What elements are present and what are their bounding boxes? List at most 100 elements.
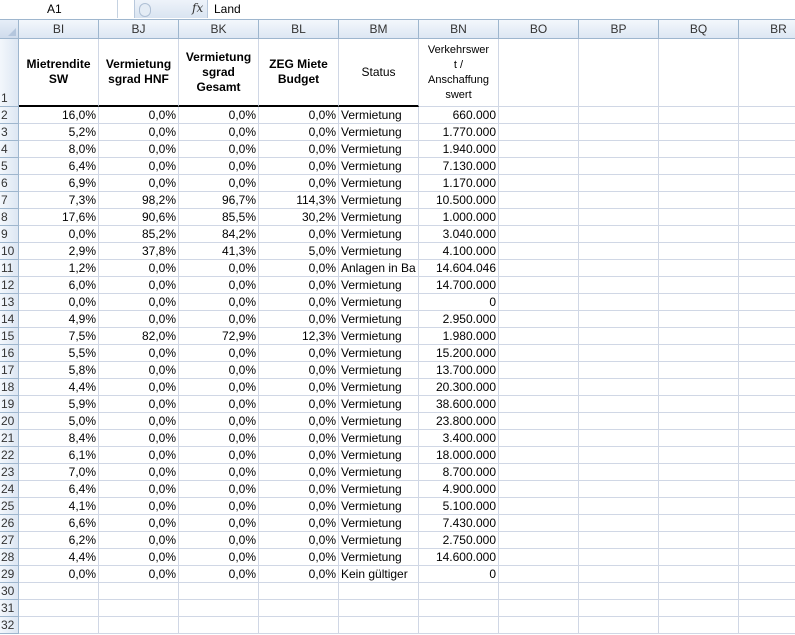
cell-empty[interactable] xyxy=(739,175,795,192)
cell-bi[interactable]: 5,5% xyxy=(19,345,99,362)
cell-bm[interactable]: Vermietung xyxy=(339,532,419,549)
cell-empty[interactable] xyxy=(579,396,659,413)
cell-empty[interactable] xyxy=(499,192,579,209)
cell-bl[interactable]: 0,0% xyxy=(259,549,339,566)
cell-empty[interactable] xyxy=(659,124,739,141)
cell-empty[interactable] xyxy=(579,345,659,362)
cell-bk[interactable]: 0,0% xyxy=(179,141,259,158)
cell-empty[interactable] xyxy=(99,583,179,600)
cell-empty[interactable] xyxy=(579,379,659,396)
header-cell-bi[interactable]: Mietrendite SW xyxy=(19,39,99,107)
cell-bn[interactable]: 1.000.000 xyxy=(419,209,499,226)
cell-bk[interactable]: 72,9% xyxy=(179,328,259,345)
cell-empty[interactable] xyxy=(499,447,579,464)
cell-empty[interactable] xyxy=(659,549,739,566)
cell-empty[interactable] xyxy=(739,192,795,209)
cell-empty[interactable] xyxy=(579,141,659,158)
cell-empty[interactable] xyxy=(259,600,339,617)
cell-bi[interactable]: 6,4% xyxy=(19,481,99,498)
cell-empty[interactable] xyxy=(499,430,579,447)
cell-bn[interactable]: 4.100.000 xyxy=(419,243,499,260)
column-header-bm[interactable]: BM xyxy=(339,20,419,39)
formula-input[interactable]: Land xyxy=(214,2,241,16)
cell-empty[interactable] xyxy=(579,498,659,515)
cell-bi[interactable]: 0,0% xyxy=(19,294,99,311)
cell-bk[interactable]: 85,5% xyxy=(179,209,259,226)
cell-bn[interactable]: 38.600.000 xyxy=(419,396,499,413)
cell-bn[interactable]: 8.700.000 xyxy=(419,464,499,481)
cell-bn[interactable]: 14.604.046 xyxy=(419,260,499,277)
cell-empty[interactable] xyxy=(739,600,795,617)
cell-empty[interactable] xyxy=(579,481,659,498)
cell-empty[interactable] xyxy=(739,226,795,243)
cell-empty[interactable] xyxy=(659,413,739,430)
cell-empty[interactable] xyxy=(499,175,579,192)
cell-empty[interactable] xyxy=(739,532,795,549)
cell-bm[interactable]: Vermietung xyxy=(339,413,419,430)
column-header-bq[interactable]: BQ xyxy=(659,20,739,39)
cell-bl[interactable]: 5,0% xyxy=(259,243,339,260)
row-header[interactable]: 32 xyxy=(0,617,19,634)
cell-bn[interactable]: 660.000 xyxy=(419,107,499,124)
cell-empty[interactable] xyxy=(499,481,579,498)
cell-empty[interactable] xyxy=(579,209,659,226)
cell-empty[interactable] xyxy=(499,379,579,396)
row-header[interactable]: 30 xyxy=(0,583,19,600)
cell-empty[interactable] xyxy=(579,243,659,260)
name-box-value[interactable]: A1 xyxy=(47,2,62,16)
cell-bj[interactable]: 0,0% xyxy=(99,311,179,328)
cell-empty[interactable] xyxy=(739,549,795,566)
cell-bl[interactable]: 0,0% xyxy=(259,498,339,515)
cell-bn[interactable]: 7.430.000 xyxy=(419,515,499,532)
row-header[interactable]: 19 xyxy=(0,396,19,413)
cell-bk[interactable]: 0,0% xyxy=(179,277,259,294)
cell-bm[interactable]: Vermietung xyxy=(339,141,419,158)
cell-bi[interactable]: 7,0% xyxy=(19,464,99,481)
cell-bi[interactable]: 5,8% xyxy=(19,362,99,379)
column-header-bo[interactable]: BO xyxy=(499,20,579,39)
cell-bm[interactable]: Vermietung xyxy=(339,192,419,209)
cell-bn[interactable]: 14.700.000 xyxy=(419,277,499,294)
cell-empty[interactable] xyxy=(659,175,739,192)
cell-empty[interactable] xyxy=(739,328,795,345)
cell-empty[interactable] xyxy=(659,600,739,617)
cell-bl[interactable]: 0,0% xyxy=(259,430,339,447)
cell-empty[interactable] xyxy=(499,498,579,515)
cell-bj[interactable]: 0,0% xyxy=(99,294,179,311)
header-cell-status[interactable]: Status xyxy=(339,39,419,107)
resize-grip-icon[interactable] xyxy=(139,3,151,17)
cell-bj[interactable]: 0,0% xyxy=(99,362,179,379)
cell-bk[interactable]: 0,0% xyxy=(179,311,259,328)
cell-empty[interactable] xyxy=(499,141,579,158)
cell-empty[interactable] xyxy=(579,277,659,294)
cell-bj[interactable]: 0,0% xyxy=(99,141,179,158)
cell-bm[interactable]: Vermietung xyxy=(339,498,419,515)
row-header[interactable]: 7 xyxy=(0,192,19,209)
cell-bi[interactable]: 4,1% xyxy=(19,498,99,515)
cell-bl[interactable]: 0,0% xyxy=(259,379,339,396)
cell-empty[interactable] xyxy=(739,260,795,277)
cell-empty[interactable] xyxy=(579,124,659,141)
cell-empty[interactable] xyxy=(659,345,739,362)
cell-empty[interactable] xyxy=(579,311,659,328)
cell-bl[interactable]: 0,0% xyxy=(259,260,339,277)
select-all-button[interactable] xyxy=(0,20,19,39)
cell-empty[interactable] xyxy=(659,277,739,294)
cell-empty[interactable] xyxy=(739,413,795,430)
cell-bi[interactable]: 8,0% xyxy=(19,141,99,158)
cell-empty[interactable] xyxy=(659,566,739,583)
row-header[interactable]: 4 xyxy=(0,141,19,158)
header-cell-bj[interactable]: Vermietung sgrad HNF xyxy=(99,39,179,107)
cell-bn[interactable]: 18.000.000 xyxy=(419,447,499,464)
row-header[interactable]: 2 xyxy=(0,107,19,124)
cell-bl[interactable]: 0,0% xyxy=(259,447,339,464)
row-header[interactable]: 28 xyxy=(0,549,19,566)
cell-empty[interactable] xyxy=(659,498,739,515)
row-header[interactable]: 31 xyxy=(0,600,19,617)
cell-bk[interactable]: 0,0% xyxy=(179,532,259,549)
cell-bj[interactable]: 0,0% xyxy=(99,260,179,277)
cell-bj[interactable]: 37,8% xyxy=(99,243,179,260)
cell-bj[interactable]: 0,0% xyxy=(99,107,179,124)
cell-empty[interactable] xyxy=(499,566,579,583)
cell-empty[interactable] xyxy=(339,617,419,634)
